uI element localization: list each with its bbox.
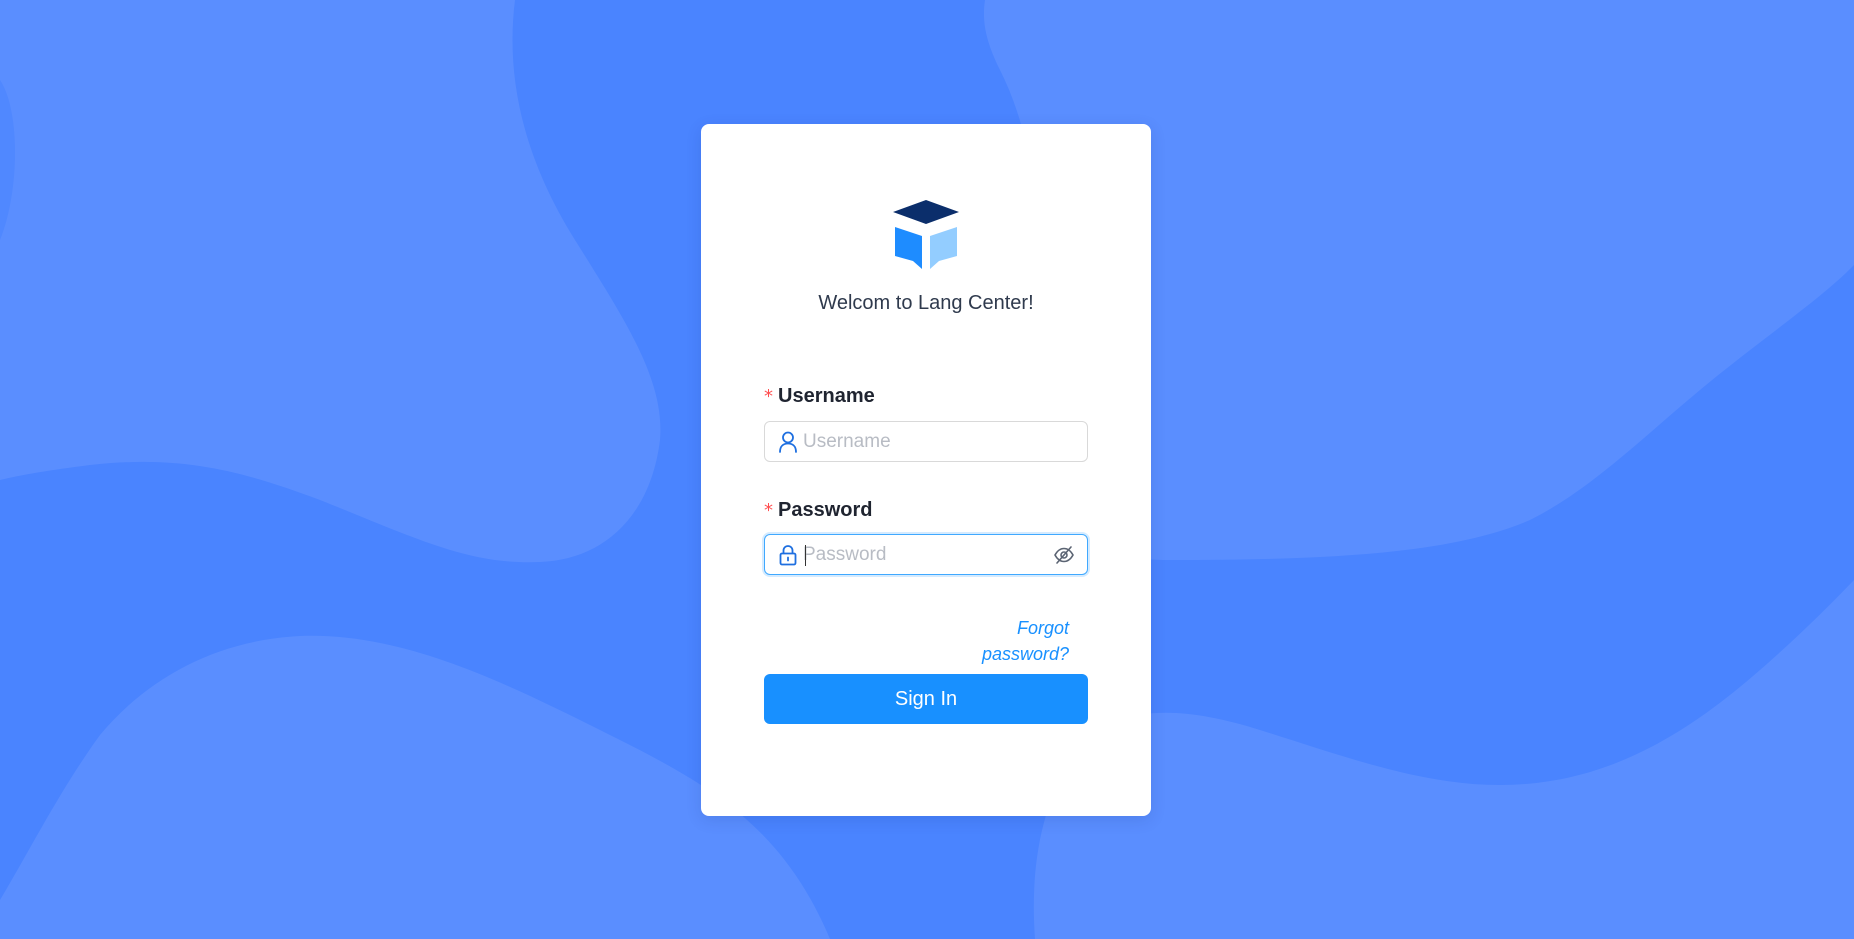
- username-label-text: Username: [778, 385, 875, 407]
- text-caret: [805, 545, 806, 566]
- eye-slash-icon[interactable]: [1053, 545, 1075, 565]
- forgot-password-link[interactable]: Forgot password?: [937, 615, 1069, 667]
- required-mark: *: [764, 500, 773, 521]
- lock-icon: [779, 545, 797, 566]
- password-label: * Password: [764, 496, 872, 525]
- sign-in-button[interactable]: Sign In: [764, 674, 1088, 724]
- welcome-title: Welcom to Lang Center!: [818, 292, 1034, 314]
- user-icon: [779, 431, 797, 453]
- password-field[interactable]: [764, 534, 1088, 575]
- username-field[interactable]: [764, 421, 1088, 462]
- book-cap-logo-icon: [893, 200, 959, 269]
- password-input[interactable]: [803, 539, 1043, 570]
- login-card: Welcom to Lang Center! *Username *Passwo…: [701, 124, 1151, 816]
- password-label-text: Password: [778, 499, 873, 521]
- required-mark: *: [764, 386, 773, 407]
- username-label: * Username: [764, 382, 875, 411]
- username-input[interactable]: [803, 426, 1043, 457]
